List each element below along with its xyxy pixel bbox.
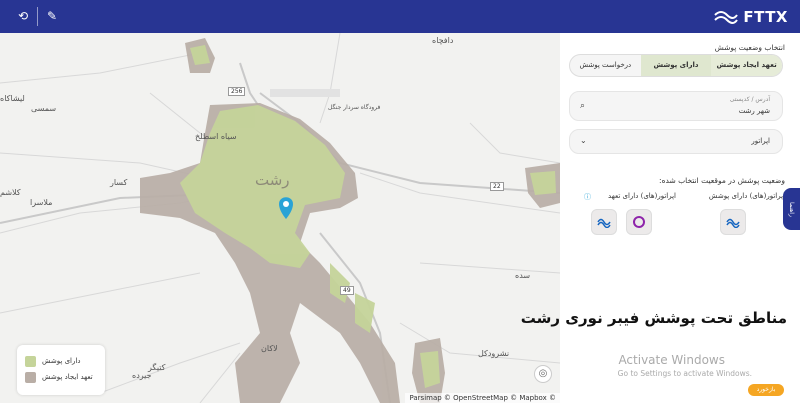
map-label: کلاشم xyxy=(0,188,21,197)
address-field-label: آدرس / کدپستی xyxy=(729,96,770,103)
help-side-tab[interactable]: راهنما xyxy=(783,188,800,230)
edit-icon[interactable]: ✎ xyxy=(44,8,60,24)
sync-icon[interactable]: ⟲ xyxy=(15,8,31,24)
operator-logo-icon xyxy=(633,216,645,228)
address-search-input[interactable]: آدرس / کدپستی شهر رشت ⌕ xyxy=(569,91,783,121)
page-headline: مناطق تحت پوشش فیبر نوری رشت xyxy=(520,309,787,327)
top-bar: ⟲ ✎ FTTX xyxy=(0,0,800,33)
info-icon[interactable]: ⓘ xyxy=(584,192,591,202)
map-label: سده xyxy=(515,271,531,280)
map-label: سیاه اسطلخ xyxy=(195,132,237,141)
tab-covered[interactable]: دارای پوشش xyxy=(640,55,712,76)
map-label: جیرده xyxy=(132,371,152,380)
operator-logo-covered[interactable] xyxy=(720,209,746,235)
address-field-value: شهر رشت xyxy=(738,107,770,115)
operator-field-label: اپراتور xyxy=(751,137,770,145)
logo-wave-icon xyxy=(714,10,739,24)
operator-logo-icon xyxy=(597,218,611,228)
chevron-down-icon: ⌄ xyxy=(580,136,587,145)
map-attribution: Parsimap © OpenStreetMap © Mapbox © xyxy=(405,393,560,403)
locate-me-icon[interactable]: ◎ xyxy=(534,365,552,383)
status-title: وضعیت پوشش در موقعیت انتخاب شده: xyxy=(659,176,785,185)
map-label: لاکان xyxy=(261,344,278,353)
operator-select[interactable]: اپراتور ⌄ xyxy=(569,129,783,154)
operator-logo-committed-1[interactable] xyxy=(626,209,652,235)
search-icon[interactable]: ⌕ xyxy=(580,101,585,111)
road-shield: 22 xyxy=(490,182,504,191)
map-label: لیشاکاه xyxy=(0,94,25,103)
map-label: دافچاه xyxy=(432,36,454,45)
legend-swatch xyxy=(25,355,36,367)
map-legend: دارای پوشش تعهد ایجاد پوشش xyxy=(17,345,105,395)
coverage-map[interactable]: دافچاه لیشاکاه سمسی سیاه اسطلخ کسار ملاس… xyxy=(0,33,560,403)
logo-text: FTTX xyxy=(743,7,788,26)
covered-operators-heading: اپراتور(های) دارای پوشش xyxy=(708,192,785,200)
operator-logo-icon xyxy=(726,218,740,228)
road-shield: 256 xyxy=(228,87,246,96)
map-label: ملاسرا xyxy=(30,198,53,207)
tab-committed[interactable]: تعهد ایجاد پوشش xyxy=(711,55,782,76)
feedback-button[interactable]: بازخورد xyxy=(748,384,784,396)
map-label: نشرودکل xyxy=(478,349,510,358)
legend-label: دارای پوشش xyxy=(42,357,81,365)
map-label: سمسی xyxy=(31,104,57,113)
app-logo[interactable]: FTTX xyxy=(713,4,788,29)
activation-watermark-subtitle: Go to Settings to activate Windows. xyxy=(617,369,752,378)
legend-swatch xyxy=(25,371,36,383)
map-label: کسار xyxy=(110,178,128,187)
coverage-panel: انتخاب وضعیت پوشش تعهد ایجاد پوشش دارای … xyxy=(521,33,800,403)
activation-watermark-title: Activate Windows xyxy=(618,353,725,367)
legend-label: تعهد ایجاد پوشش xyxy=(42,373,93,381)
toolbar-divider xyxy=(37,7,38,26)
road-shield: 49 xyxy=(340,286,354,295)
tab-request[interactable]: درخواست پوشش xyxy=(570,55,641,76)
coverage-tabs: تعهد ایجاد پوشش دارای پوشش درخواست پوشش xyxy=(569,54,783,77)
city-label: رشت xyxy=(255,171,290,189)
section-title: انتخاب وضعیت پوشش xyxy=(714,43,785,52)
airport-runway xyxy=(270,89,340,97)
map-label: فرودگاه سردار جنگل xyxy=(328,104,381,111)
operator-logo-committed-2[interactable] xyxy=(591,209,617,235)
committed-operators-heading: اپراتور(های) دارای تعهد xyxy=(608,192,676,200)
legend-item-committed: تعهد ایجاد پوشش xyxy=(25,369,97,385)
legend-item-covered: دارای پوشش xyxy=(25,353,97,369)
